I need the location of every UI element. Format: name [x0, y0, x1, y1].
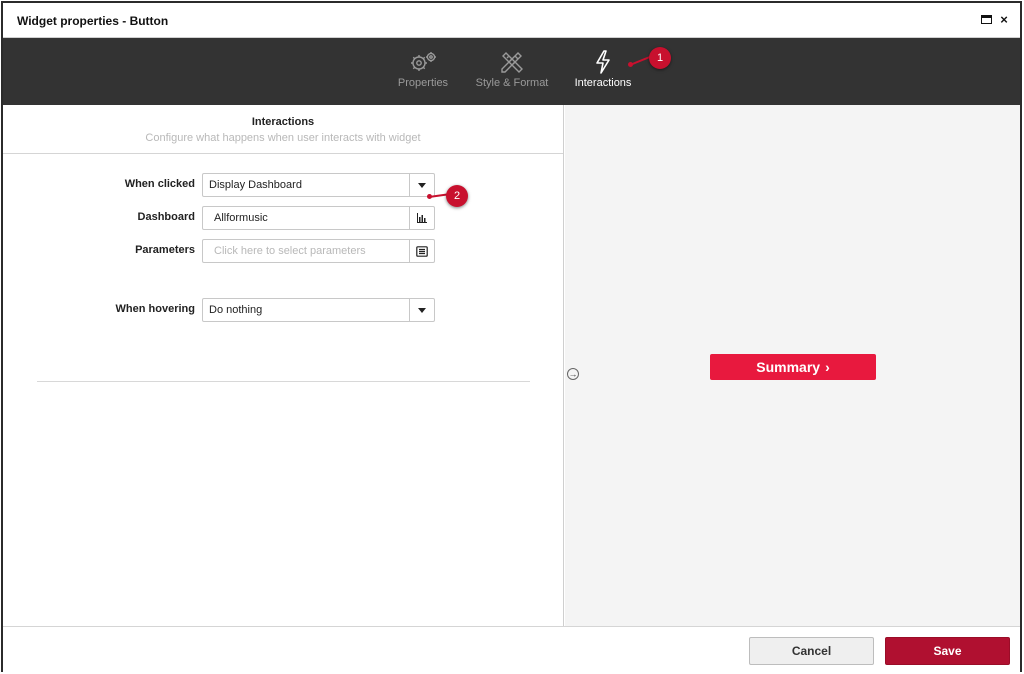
preview-summary-button[interactable]: Summary › — [710, 354, 876, 380]
parameters-row: Parameters Click here to select paramete… — [3, 239, 564, 263]
pane-title: Interactions — [251, 116, 315, 128]
parameters-placeholder: Click here to select parameters — [214, 245, 366, 257]
widget-properties-dialog: Widget properties - Button × Properties … — [1, 1, 1022, 672]
tab-style-format[interactable]: Style & Format — [473, 50, 551, 89]
cancel-button[interactable]: Cancel — [749, 637, 874, 665]
parameters-field[interactable]: Click here to select parameters — [202, 239, 435, 263]
tab-properties[interactable]: Properties — [395, 50, 451, 89]
callout-1-badge: 1 — [649, 47, 671, 69]
form-divider — [37, 381, 530, 382]
list-icon — [416, 245, 428, 257]
callout-2-dot — [427, 194, 432, 199]
preview-button-label: Summary — [756, 359, 821, 375]
when-clicked-label: When clicked — [124, 178, 195, 190]
caret-down-icon — [418, 307, 426, 313]
dashboard-label: Dashboard — [137, 211, 195, 223]
chevron-right-icon: › — [825, 359, 830, 375]
when-clicked-row: When clicked Display Dashboard — [3, 173, 564, 197]
when-hovering-row: When hovering Do nothing — [3, 298, 564, 322]
tab-label: Style & Format — [475, 77, 549, 89]
parameters-label: Parameters — [135, 244, 195, 256]
interactions-pane: Interactions Configure what happens when… — [3, 105, 564, 626]
dashboard-picker-button[interactable] — [409, 207, 434, 229]
pane-subtitle: Configure what happens when user interac… — [145, 132, 421, 144]
pencil-ruler-icon — [501, 52, 523, 73]
dashboard-value: Allformusic — [214, 212, 268, 224]
parameters-picker-button[interactable] — [409, 240, 434, 262]
dialog-footer: Cancel Save — [3, 626, 1020, 672]
arrow-right-circle-icon[interactable]: → — [567, 368, 579, 380]
bar-chart-icon — [417, 212, 427, 223]
tab-interactions[interactable]: Interactions — [571, 50, 635, 89]
dropdown-button[interactable] — [409, 174, 434, 196]
when-hovering-value: Do nothing — [209, 304, 263, 316]
dropdown-button[interactable] — [409, 299, 434, 321]
dashboard-row: Dashboard Allformusic — [3, 206, 564, 230]
caret-down-icon — [418, 182, 426, 188]
dashboard-field[interactable]: Allformusic — [202, 206, 435, 230]
save-button[interactable]: Save — [885, 637, 1010, 665]
title-bar: Widget properties - Button × — [3, 3, 1020, 38]
lightning-icon — [596, 50, 610, 74]
close-icon[interactable]: × — [997, 12, 1011, 27]
dialog-title: Widget properties - Button — [17, 14, 169, 28]
pane-header: Interactions Configure what happens when… — [3, 105, 563, 154]
gears-icon — [411, 52, 436, 71]
callout-2-badge: 2 — [446, 185, 468, 207]
when-clicked-value: Display Dashboard — [209, 179, 302, 191]
when-clicked-select[interactable]: Display Dashboard — [202, 173, 435, 197]
tab-bar: Properties Style & Format Interactions — [3, 38, 1020, 105]
tab-label: Interactions — [574, 77, 632, 89]
tab-label: Properties — [397, 77, 449, 89]
when-hovering-label: When hovering — [115, 303, 195, 315]
callout-1-dot — [628, 62, 633, 67]
when-hovering-select[interactable]: Do nothing — [202, 298, 435, 322]
preview-pane: → Summary › — [565, 105, 1020, 626]
maximize-icon[interactable] — [979, 12, 993, 26]
